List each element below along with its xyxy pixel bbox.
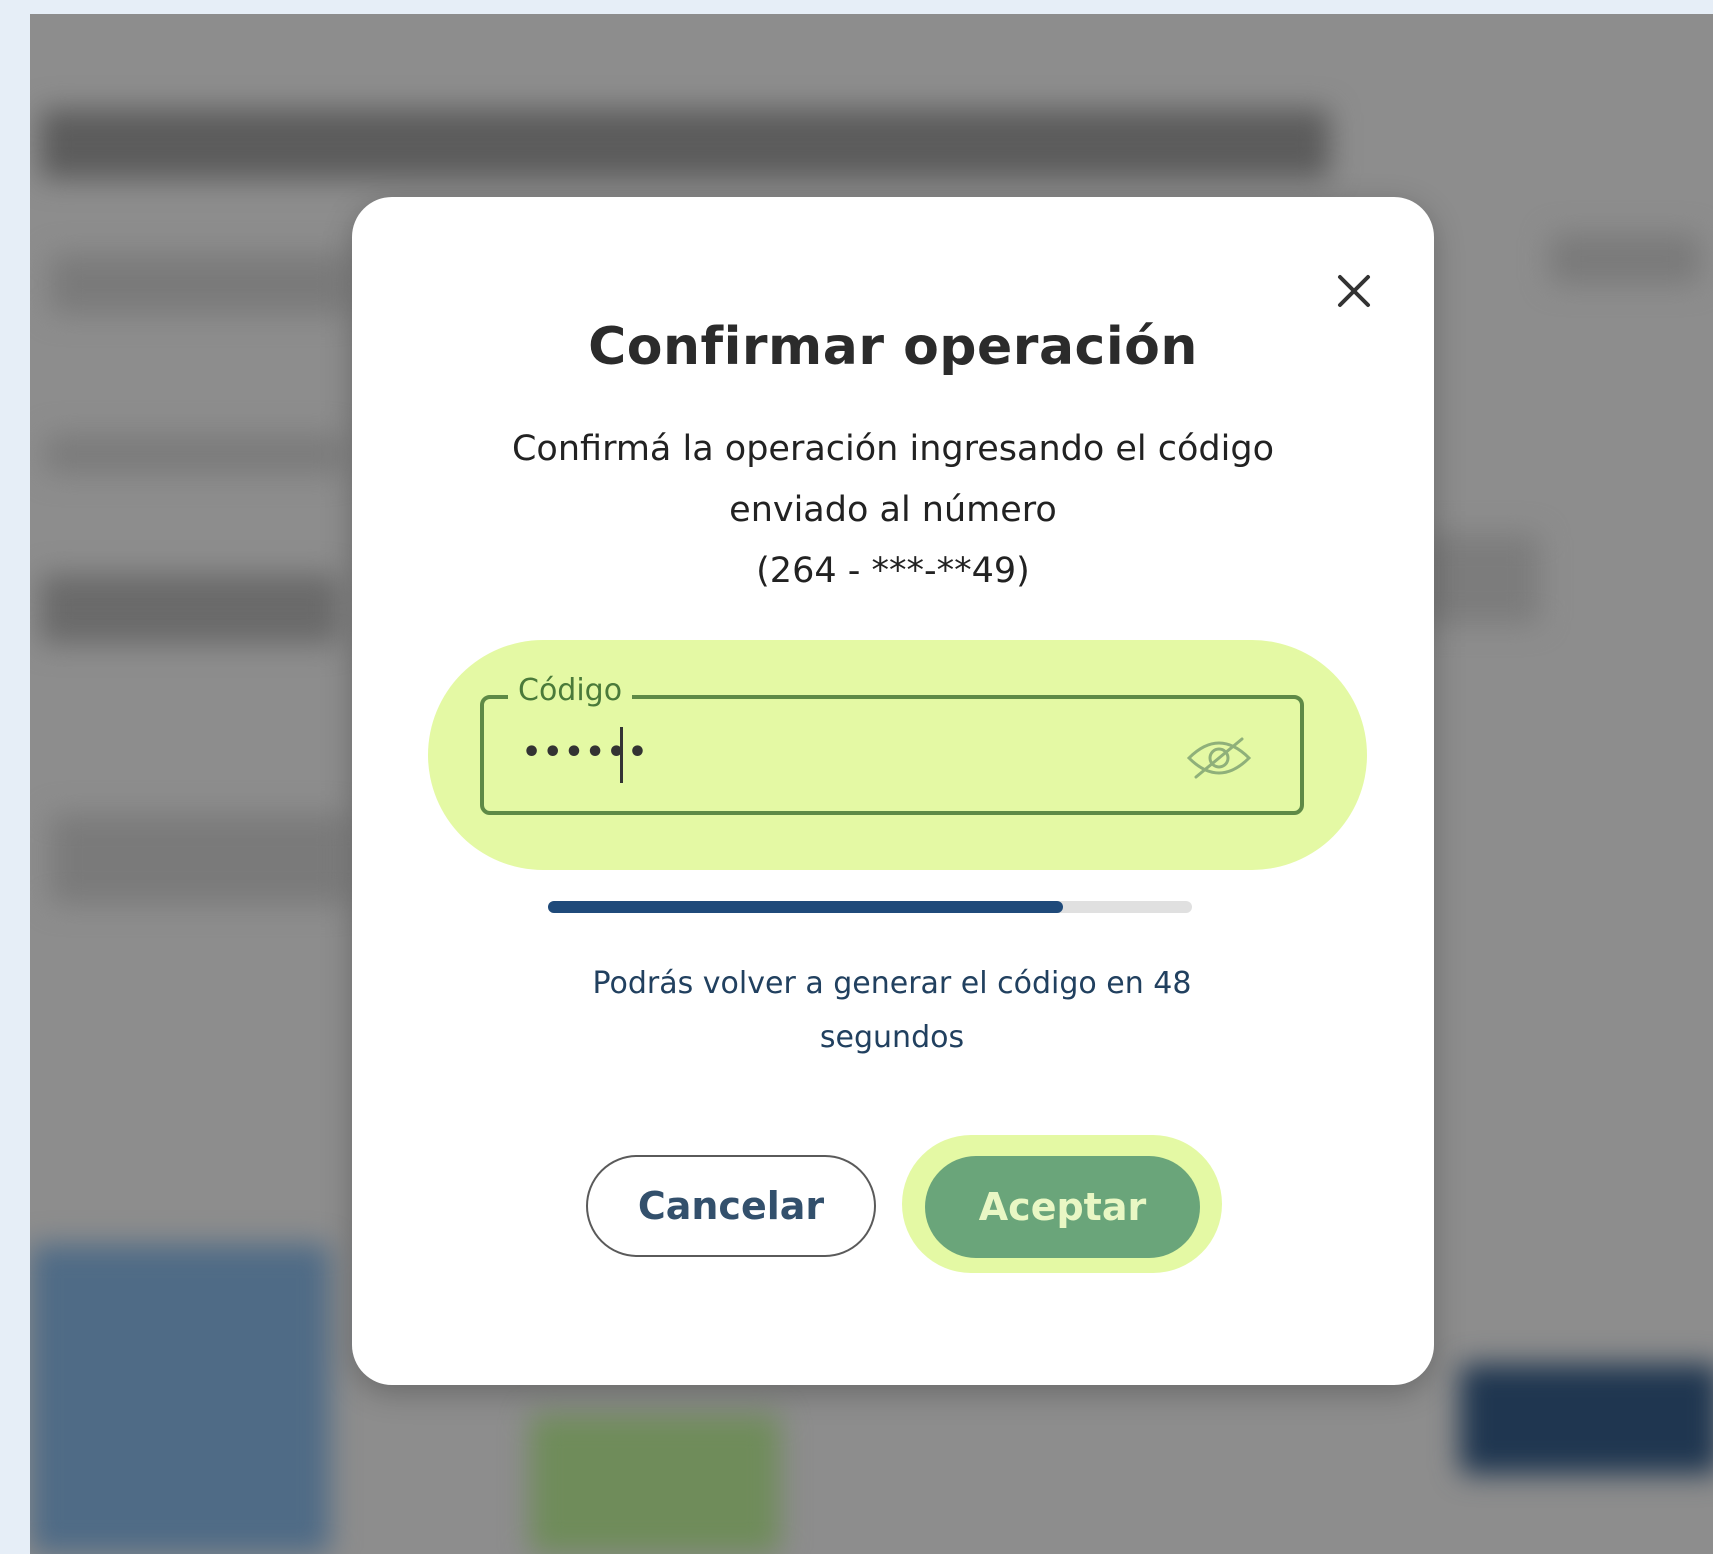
blurred-block bbox=[40, 574, 340, 644]
cancel-button[interactable]: Cancelar bbox=[586, 1155, 876, 1257]
text-cursor bbox=[620, 727, 623, 783]
code-input-label: Código bbox=[508, 671, 633, 711]
confirm-operation-dialog: Confirmar operación Confirmá la operació… bbox=[352, 197, 1434, 1385]
resend-countdown-progress bbox=[548, 901, 1192, 913]
countdown-line: segundos bbox=[819, 1020, 965, 1055]
blurred-image bbox=[30, 1244, 330, 1554]
code-input-value: •••••• bbox=[522, 735, 650, 770]
countdown-line: Podrás volver a generar el código en 48 bbox=[592, 966, 1192, 1001]
accept-button[interactable]: Aceptar bbox=[925, 1156, 1200, 1258]
eye-slash-icon[interactable] bbox=[1184, 733, 1254, 783]
blurred-button bbox=[1460, 1364, 1713, 1474]
resend-countdown-text: Podrás volver a generar el código en 48 … bbox=[502, 957, 1282, 1065]
code-input[interactable]: Código •••••• bbox=[480, 671, 1304, 815]
blurred-block bbox=[45, 434, 345, 474]
close-icon bbox=[1338, 275, 1370, 307]
close-button[interactable] bbox=[1332, 269, 1376, 313]
blurred-image bbox=[530, 1414, 780, 1554]
masked-phone-number: (264 - ***-**49) bbox=[756, 551, 1030, 591]
progress-fill bbox=[548, 901, 1064, 913]
blurred-heading bbox=[40, 109, 1330, 179]
message-line: Confirmá la operación ingresando el códi… bbox=[511, 429, 1275, 469]
blurred-block bbox=[1550, 234, 1700, 284]
dialog-message: Confirmá la operación ingresando el códi… bbox=[452, 419, 1334, 602]
blurred-block bbox=[50, 254, 350, 314]
message-line: enviado al número bbox=[729, 490, 1057, 530]
dialog-title: Confirmar operación bbox=[588, 317, 1198, 377]
blurred-block bbox=[1420, 534, 1540, 624]
blurred-block bbox=[50, 814, 350, 904]
